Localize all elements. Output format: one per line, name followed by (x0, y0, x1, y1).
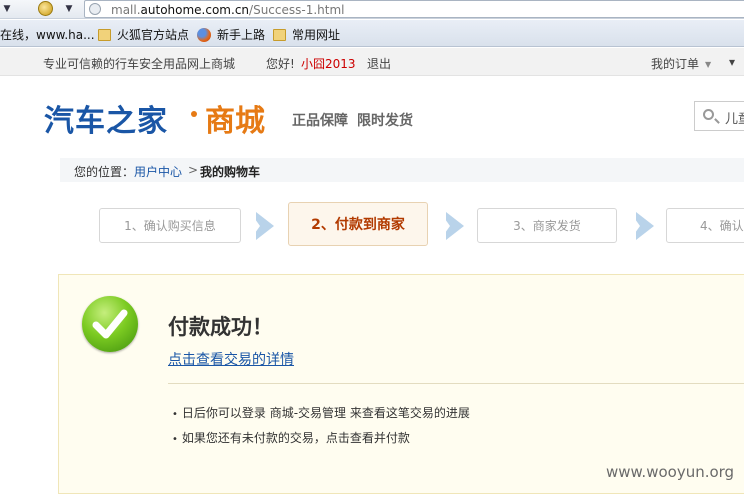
watermark-text: www.wooyun.org (606, 463, 735, 481)
search-input[interactable]: 儿童 (694, 101, 744, 131)
view-transaction-details-link[interactable]: 点击查看交易的详情 (168, 349, 294, 369)
step-confirm-receipt: 4、确认 (666, 208, 744, 243)
step-arrow-icon (630, 212, 654, 240)
logout-link[interactable]: 退出 (367, 55, 391, 72)
site-topbar: 专业可信赖的行车安全用品网上商城 您好! 小囧2013 退出 我的订单 ▼ ▾ (0, 48, 744, 76)
history-dropdown-icon[interactable]: ▼ (62, 1, 76, 17)
browser-address-bar: ▼ ▼ mall.autohome.com.cn/Success-1.html (0, 0, 744, 19)
step-arrow-icon (440, 212, 464, 240)
breadcrumb: 您的位置： 用户中心 > 我的购物车 (60, 158, 744, 182)
chevron-down-icon: ▼ (705, 60, 712, 69)
more-menu[interactable]: ▾ (729, 55, 735, 69)
globe-icon (89, 3, 101, 15)
bookmark-item[interactable]: 新手上路 (197, 26, 265, 43)
success-panel (58, 274, 744, 494)
step-arrow-icon (250, 212, 274, 240)
step-merchant-ship: 3、商家发货 (477, 208, 617, 243)
logo-main[interactable]: 汽车之家 (44, 96, 168, 140)
breadcrumb-current: 我的购物车 (200, 165, 261, 179)
divider (168, 383, 744, 384)
site-favicon-icon (38, 1, 53, 16)
checkmark-icon (82, 296, 138, 352)
bookmarks-bar: 在线，www.ha... 火狐官方站点 新手上路 常用网址 (0, 20, 744, 47)
note-item: 如果您还有未付款的交易，点击查看并付款 (172, 429, 410, 446)
note-item: 日后你可以登录 商城-交易管理 来查看这笔交易的进展 (172, 404, 470, 421)
step-pay-merchant: 2、付款到商家 (288, 202, 428, 246)
site-tagline: 专业可信赖的行车安全用品网上商城 (43, 57, 236, 71)
url-input[interactable]: mall.autohome.com.cn/Success-1.html (84, 0, 744, 18)
search-icon[interactable] (703, 109, 714, 120)
slogan-delivery: 限时发货 (357, 113, 413, 129)
breadcrumb-label: 您的位置： (74, 165, 135, 179)
firefox-icon (197, 27, 211, 42)
bookmark-item[interactable]: 火狐官方站点 (98, 26, 189, 43)
my-orders-link[interactable]: 我的订单 ▼ (651, 55, 711, 72)
back-dropdown-icon[interactable]: ▼ (0, 1, 14, 17)
url-text: mall.autohome.com.cn/Success-1.html (111, 3, 345, 17)
username-link[interactable]: 小囧2013 (301, 55, 356, 72)
folder-icon (273, 28, 286, 41)
logo-sub[interactable]: 商城 (205, 96, 265, 140)
bookmark-item[interactable]: 常用网址 (273, 26, 340, 43)
breadcrumb-link-user-center[interactable]: 用户中心 (134, 163, 182, 180)
bookmark-item[interactable]: 在线，www.ha... (0, 26, 95, 43)
folder-icon (98, 28, 111, 41)
breadcrumb-separator: > (188, 163, 199, 177)
step-confirm-purchase: 1、确认购买信息 (99, 208, 241, 243)
success-title: 付款成功！ (168, 315, 273, 339)
search-text: 儿童 (725, 112, 744, 127)
logo-dot (191, 111, 197, 117)
my-orders-label: 我的订单 (651, 57, 700, 71)
greeting-text: 您好! (266, 57, 295, 71)
slogan-genuine: 正品保障 (292, 113, 348, 129)
